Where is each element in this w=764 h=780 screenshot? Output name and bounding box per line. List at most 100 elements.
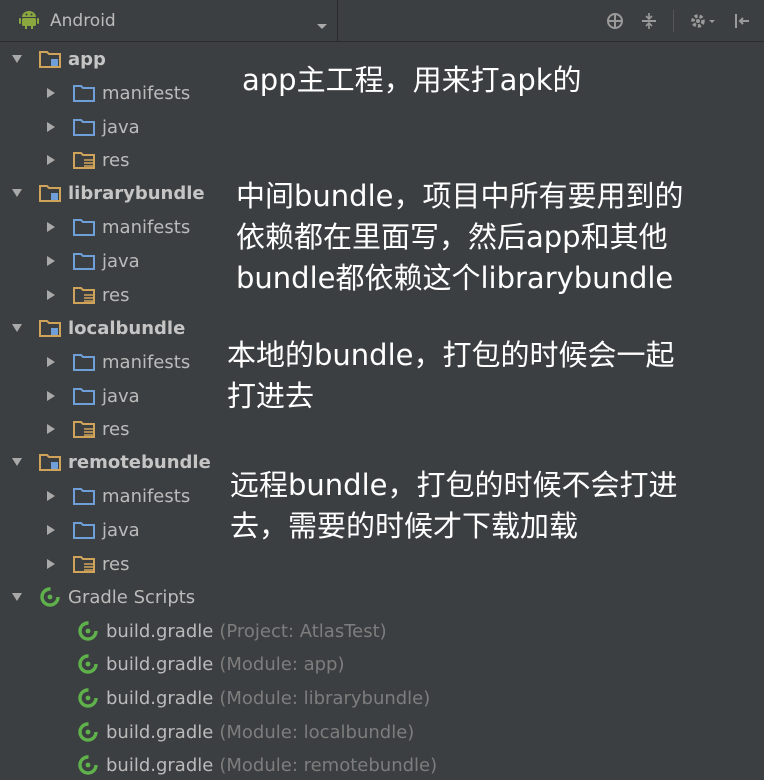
module-name: localbundle — [68, 317, 186, 339]
tree-folder-java[interactable]: java — [44, 247, 140, 275]
tree-folder-java[interactable]: java — [44, 382, 140, 410]
tree-module-app[interactable]: app — [10, 45, 106, 73]
res-folder-icon — [72, 418, 96, 440]
annotation-line: 打进去 — [227, 379, 315, 413]
folder-name: manifests — [102, 351, 191, 373]
tree-folder-java[interactable]: java — [44, 516, 140, 544]
expand-down-icon[interactable] — [10, 186, 24, 200]
expand-down-icon[interactable] — [10, 590, 24, 604]
gradle-file-icon — [76, 653, 100, 675]
expand-right-icon[interactable] — [44, 254, 58, 268]
expand-right-icon[interactable] — [44, 422, 58, 436]
hide-panel-icon[interactable] — [732, 11, 752, 31]
expand-right-icon[interactable] — [44, 389, 58, 403]
expand-right-icon[interactable] — [44, 489, 58, 503]
gradle-file-detail: (Module: remotebundle) — [219, 754, 438, 776]
tree-gradle-file[interactable]: build.gradle (Module: remotebundle) — [48, 751, 437, 779]
gradle-file-detail: (Project: AtlasTest) — [219, 620, 387, 642]
annotation-localbundle: 本地的bundle，打包的时候会一起 打进去 — [227, 335, 674, 417]
res-folder-icon — [72, 284, 96, 306]
target-icon[interactable] — [605, 11, 625, 31]
module-name: remotebundle — [68, 451, 211, 473]
folder-name: java — [102, 385, 140, 407]
tree-gradle-scripts[interactable]: Gradle Scripts — [10, 583, 195, 611]
annotation-line: 中间bundle，项目中所有要用到的 — [236, 179, 684, 213]
gradle-file-detail: (Module: librarybundle) — [219, 687, 431, 709]
tree-folder-manifests[interactable]: manifests — [44, 79, 190, 107]
dropdown-arrow-icon[interactable] — [316, 16, 328, 35]
project-view-toolbar: Android — [0, 0, 764, 42]
tree-module-localbundle[interactable]: localbundle — [10, 314, 185, 342]
gradle-scripts-label: Gradle Scripts — [68, 586, 196, 608]
tree-gradle-file[interactable]: build.gradle (Project: AtlasTest) — [48, 617, 387, 645]
module-name: librarybundle — [68, 182, 205, 204]
tree-folder-res[interactable]: res — [44, 146, 129, 174]
tree-module-remotebundle[interactable]: remotebundle — [10, 448, 211, 476]
project-view-selector[interactable]: Android — [0, 0, 338, 42]
gradle-file-detail: (Module: localbundle) — [219, 721, 415, 743]
annotation-librarybundle: 中间bundle，项目中所有要用到的 依赖都在里面写，然后app和其他 bund… — [236, 176, 683, 299]
gradle-file-name: build.gradle — [106, 754, 214, 776]
res-folder-icon — [72, 149, 96, 171]
folder-icon — [72, 385, 96, 407]
folder-icon — [72, 216, 96, 238]
folder-name: manifests — [102, 216, 191, 238]
tree-folder-manifests[interactable]: manifests — [44, 213, 190, 241]
folder-icon — [72, 485, 96, 507]
expand-right-icon[interactable] — [44, 557, 58, 571]
tree-folder-res[interactable]: res — [44, 550, 129, 578]
folder-name: java — [102, 250, 140, 272]
gradle-file-detail: (Module: app) — [219, 653, 345, 675]
gradle-file-name: build.gradle — [106, 721, 214, 743]
annotation-app: app主工程，用来打apk的 — [242, 60, 582, 101]
expand-right-icon[interactable] — [44, 153, 58, 167]
folder-name: java — [102, 116, 140, 138]
module-folder-icon — [38, 48, 62, 70]
folder-icon — [72, 519, 96, 541]
gear-icon[interactable] — [688, 11, 718, 31]
toolbar-separator — [673, 9, 674, 32]
gradle-file-icon — [76, 620, 100, 642]
module-folder-icon — [38, 182, 62, 204]
folder-icon — [72, 351, 96, 373]
annotation-line: app主工程，用来打apk的 — [242, 63, 582, 97]
folder-icon — [72, 116, 96, 138]
annotation-line: 远程bundle，打包的时候不会打进 — [230, 468, 678, 502]
tree-gradle-file[interactable]: build.gradle (Module: localbundle) — [48, 718, 414, 746]
expand-down-icon[interactable] — [10, 52, 24, 66]
expand-right-icon[interactable] — [44, 120, 58, 134]
expand-down-icon[interactable] — [10, 455, 24, 469]
folder-name: java — [102, 519, 140, 541]
tree-gradle-file[interactable]: build.gradle (Module: app) — [48, 650, 345, 678]
gradle-file-name: build.gradle — [106, 687, 214, 709]
tree-gradle-file[interactable]: build.gradle (Module: librarybundle) — [48, 684, 430, 712]
expand-right-icon[interactable] — [44, 86, 58, 100]
expand-right-icon[interactable] — [44, 220, 58, 234]
folder-name: manifests — [102, 82, 191, 104]
gradle-file-icon — [76, 721, 100, 743]
project-view-label: Android — [50, 10, 116, 31]
expand-right-icon[interactable] — [44, 523, 58, 537]
tree-folder-res[interactable]: res — [44, 281, 129, 309]
module-name: app — [68, 48, 106, 70]
folder-name: res — [102, 149, 130, 171]
annotation-line: bundle都依赖这个librarybundle — [236, 261, 674, 295]
gradle-file-icon — [76, 754, 100, 776]
android-icon — [18, 8, 40, 34]
collapse-icon[interactable] — [639, 11, 659, 31]
annotation-remotebundle: 远程bundle，打包的时候不会打进 去，需要的时候才下载加载 — [230, 465, 677, 547]
gradle-icon — [38, 586, 62, 608]
folder-name: manifests — [102, 485, 191, 507]
expand-right-icon[interactable] — [44, 355, 58, 369]
folder-icon — [72, 82, 96, 104]
tree-module-librarybundle[interactable]: librarybundle — [10, 179, 205, 207]
tree-folder-manifests[interactable]: manifests — [44, 482, 190, 510]
annotation-line: 去，需要的时候才下载加载 — [230, 509, 579, 543]
expand-right-icon[interactable] — [44, 288, 58, 302]
tree-folder-res[interactable]: res — [44, 415, 129, 443]
tree-folder-java[interactable]: java — [44, 113, 140, 141]
expand-down-icon[interactable] — [10, 321, 24, 335]
module-folder-icon — [38, 451, 62, 473]
tree-folder-manifests[interactable]: manifests — [44, 348, 190, 376]
module-folder-icon — [38, 317, 62, 339]
